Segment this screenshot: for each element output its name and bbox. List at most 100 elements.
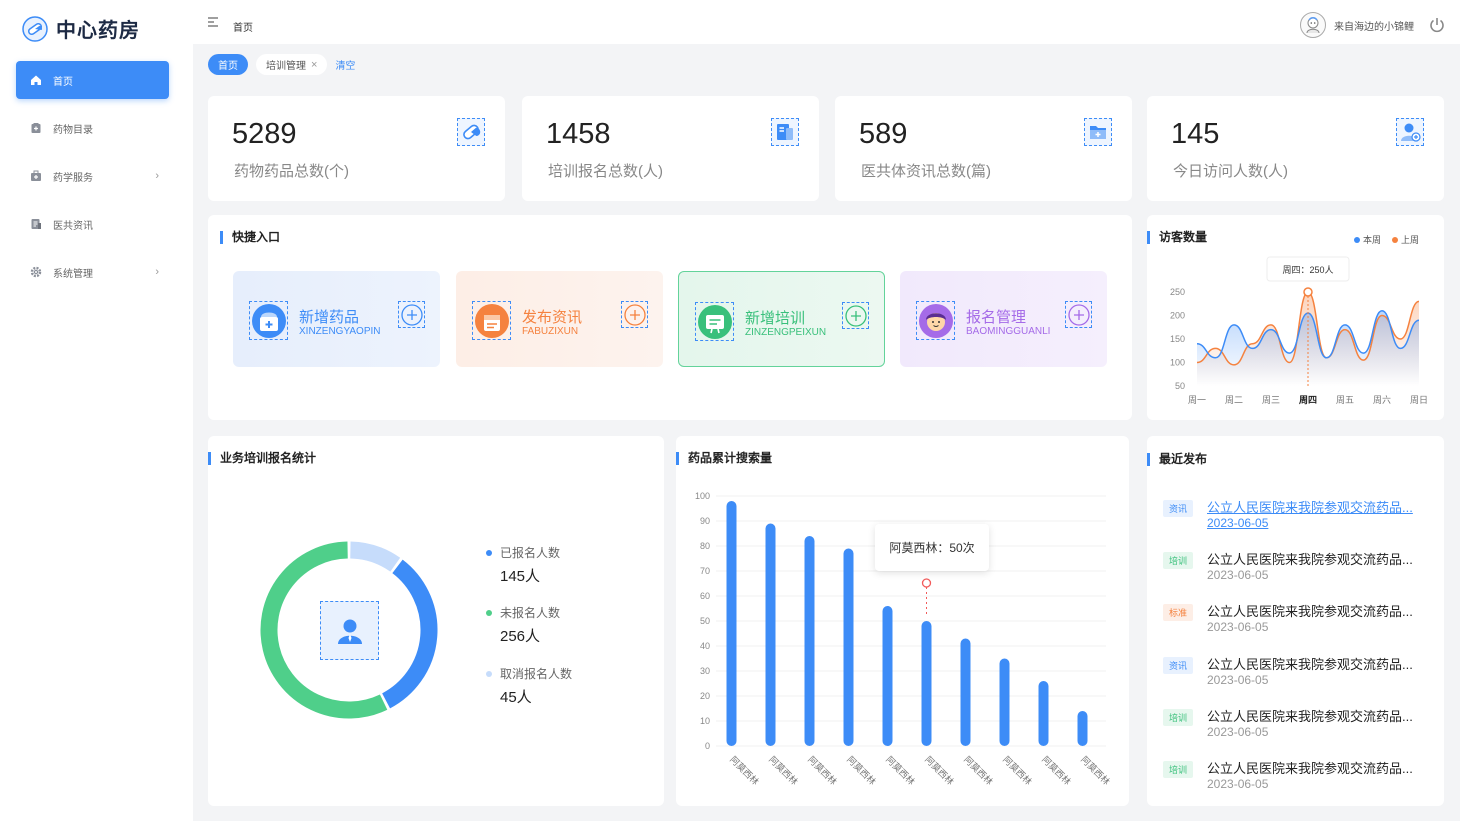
training-stats-panel: 业务培训报名统计 已报名人数 145人 未报名人数 256人 取消报名人数 45… — [208, 436, 664, 806]
bar — [999, 658, 1010, 746]
menu-toggle-icon[interactable] — [207, 16, 219, 28]
sidebar-nav: 首页 药物目录 药学服务 › 医共资讯 系统管理 › — [16, 61, 169, 301]
news-date: 2023-06-05 — [1207, 568, 1269, 583]
power-icon[interactable] — [1428, 16, 1446, 34]
y-tick-label: 100 — [695, 491, 710, 501]
app-logo[interactable]: 中心药房 — [22, 14, 140, 43]
sidebar-item-label: 系统管理 — [53, 268, 93, 280]
news-item[interactable]: 资讯 公立人民医院来我院参观交流药品... 2023-06-05 — [1163, 651, 1433, 695]
news-item[interactable]: 标准 公立人民医院来我院参观交流药品... 2023-06-05 — [1163, 598, 1433, 642]
capsule-logo-icon — [22, 15, 48, 42]
quick-subtitle: BAOMINGGUANLI — [966, 326, 1051, 337]
donut-slice — [349, 541, 401, 572]
y-tick-label: 70 — [700, 566, 710, 576]
y-tick-label: 90 — [700, 516, 710, 526]
x-tick-label: 阿莫西林 — [962, 754, 995, 787]
publish-news-icon — [472, 301, 511, 340]
stat-card-drugs: 5289 药物药品总数(个) — [208, 96, 505, 201]
y-tick-label: 40 — [700, 641, 710, 651]
sidebar-item-service[interactable]: 药学服务 › — [16, 157, 169, 195]
news-title[interactable]: 公立人民医院来我院参观交流药品... — [1207, 706, 1431, 725]
tab-training[interactable]: 培训管理 × — [256, 54, 328, 75]
news-tag-badge: 培训 — [1163, 708, 1194, 726]
recent-news-panel: 最近发布 资讯 公立人民医院来我院参观交流药品... 2023-06-05 培训 公立人… — [1147, 436, 1444, 806]
news-title[interactable]: 公立人民医院来我院参观交流药品... — [1207, 497, 1431, 516]
y-tick-label: 250 — [1170, 287, 1185, 297]
quick-publish-news[interactable]: 发布资讯 FABUZIXUN — [456, 271, 663, 367]
gear-icon — [30, 266, 42, 278]
hover-point — [921, 578, 932, 588]
legend-dot — [486, 670, 492, 677]
legend-not-enrolled: 未报名人数 256人 — [486, 604, 560, 646]
x-tick-label: 阿莫西林 — [806, 754, 839, 787]
tab-home[interactable]: 首页 — [208, 54, 248, 75]
news-date: 2023-06-05 — [1207, 672, 1269, 687]
sidebar-item-news[interactable]: 医共资讯 — [16, 205, 169, 243]
news-date: 2023-06-05 — [1207, 724, 1269, 739]
tab-label: 首页 — [218, 61, 238, 72]
x-tick-label: 周五 — [1336, 395, 1354, 405]
legend-label: 未报名人数 — [500, 606, 561, 620]
quick-title: 发布资讯 — [522, 309, 583, 326]
sidebar-item-home[interactable]: 首页 — [16, 61, 169, 99]
stat-card-news: 589 医共体资讯总数(篇) — [835, 96, 1132, 201]
news-item[interactable]: 培训 公立人民医院来我院参观交流药品... 2023-06-05 — [1163, 703, 1433, 747]
plus-circle-icon[interactable] — [398, 301, 425, 328]
y-tick-label: 50 — [700, 616, 710, 626]
x-tick-label: 阿莫西林 — [845, 754, 878, 787]
news-title[interactable]: 公立人民医院来我院参观交流药品... — [1207, 549, 1431, 568]
legend-enrolled: 已报名人数 145人 — [486, 544, 560, 586]
news-title[interactable]: 公立人民医院来我院参观交流药品... — [1207, 758, 1431, 777]
legend-cancelled: 取消报名人数 45人 — [486, 665, 572, 707]
x-tick-label: 周二 — [1225, 395, 1243, 405]
chart-tooltip: 阿莫西林：50次 — [875, 524, 989, 571]
quick-title: 报名管理 — [966, 309, 1027, 326]
breadcrumb: 首页 — [233, 23, 253, 34]
stat-card-visitors: 145 今日访问人数(人) — [1147, 96, 1444, 201]
close-icon[interactable]: × — [311, 59, 317, 71]
plus-circle-icon[interactable] — [1065, 301, 1092, 328]
quick-add-drug[interactable]: 新增药品 XINZENGYAOPIN — [233, 271, 440, 367]
x-tick-label: 周四 — [1299, 395, 1317, 405]
x-tick-label: 阿莫西林 — [767, 754, 800, 787]
plus-circle-icon[interactable] — [842, 302, 869, 329]
news-title[interactable]: 公立人民医院来我院参观交流药品... — [1207, 654, 1431, 673]
x-tick-label: 阿莫西林 — [1079, 754, 1112, 787]
bar — [765, 523, 776, 746]
plus-circle-icon[interactable] — [621, 301, 648, 328]
quick-enrollment[interactable]: 报名管理 BAOMINGGUANLI — [900, 271, 1107, 367]
stat-card-training: 1458 培训报名总数(人) — [522, 96, 819, 201]
book-icon — [771, 118, 799, 146]
news-item[interactable]: 资讯 公立人民医院来我院参观交流药品... 2023-06-05 — [1163, 494, 1433, 538]
sidebar-item-label: 药学服务 — [53, 172, 93, 184]
sidebar-item-label: 医共资讯 — [53, 220, 93, 232]
stat-label: 药物药品总数(个) — [234, 163, 349, 180]
x-tick-label: 阿莫西林 — [923, 754, 956, 787]
news-title[interactable]: 公立人民医院来我院参观交流药品... — [1207, 601, 1431, 620]
news-tag-badge: 培训 — [1163, 552, 1194, 570]
avatar[interactable] — [1300, 12, 1326, 38]
clear-tabs-link[interactable]: 清空 — [335, 57, 355, 72]
donut-slice — [381, 559, 438, 709]
sidebar-item-system[interactable]: 系统管理 › — [16, 253, 169, 291]
news-date: 2023-06-05 — [1207, 516, 1269, 530]
sidebar-item-catalog[interactable]: 药物目录 — [16, 109, 169, 147]
news-item[interactable]: 培训 公立人民医院来我院参观交流药品... 2023-06-05 — [1163, 546, 1433, 590]
x-tick-label: 周一 — [1188, 395, 1206, 405]
quick-add-training[interactable]: 新增培训 ZINZENGPEIXUN — [678, 271, 885, 367]
visitors-line-chart: 50 100 150 200 250 周一 周二 周三 周四 周五 周六 周日 周四：250人 — [1170, 256, 1428, 405]
pill-icon — [457, 118, 485, 146]
x-tick-label: 周六 — [1373, 394, 1391, 405]
quick-entry-panel: 快捷入口 新增药品 XINZENGYAOPIN 发布资讯 FABUZIXUN 新… — [208, 215, 1132, 420]
x-tick-label: 阿莫西林 — [728, 754, 761, 787]
stat-value: 5289 — [232, 118, 297, 150]
donut-center-icon — [320, 601, 379, 660]
enrollment-icon — [916, 301, 955, 340]
training-donut-chart — [260, 541, 438, 719]
stat-label: 培训报名总数(人) — [548, 163, 663, 180]
user-menu[interactable]: 来自海边的小锦鲤 — [1300, 12, 1446, 38]
section-title: 最近发布 — [1147, 453, 1207, 466]
y-tick-label: 200 — [1170, 311, 1185, 321]
legend-label: 取消报名人数 — [500, 667, 573, 681]
news-item[interactable]: 培训 公立人民医院来我院参观交流药品... 2023-06-05 — [1163, 755, 1433, 799]
